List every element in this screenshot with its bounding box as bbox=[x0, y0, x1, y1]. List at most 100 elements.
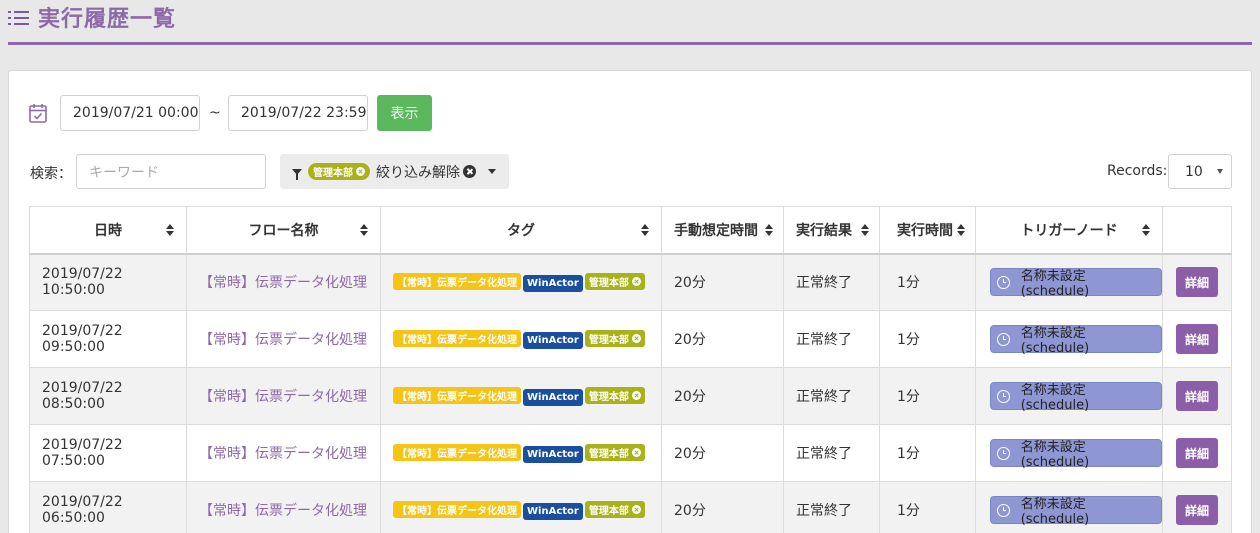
trigger-node-chip[interactable]: 名称未設定 (schedule) bbox=[990, 382, 1162, 413]
cell-result: 正常終了 bbox=[783, 253, 880, 311]
tag-badge[interactable]: 管理本部 bbox=[584, 500, 645, 518]
sort-icon[interactable] bbox=[1142, 224, 1150, 236]
cell-result: 正常終了 bbox=[783, 481, 880, 533]
sort-icon[interactable] bbox=[641, 224, 649, 236]
trigger-node-chip[interactable]: 名称未設定 (schedule) bbox=[990, 268, 1162, 300]
filter-dropdown-button[interactable]: 管理本部 絞り込み解除 bbox=[280, 154, 509, 189]
tag-badge[interactable]: 管理本部 bbox=[584, 329, 645, 347]
caret-down-icon bbox=[488, 169, 496, 174]
sort-icon[interactable] bbox=[765, 224, 773, 236]
cell-actions: 詳細 bbox=[1162, 481, 1232, 533]
tag-badge[interactable]: 【常時】伝票データ化処理 bbox=[393, 443, 521, 461]
column-label: 手動想定時間 bbox=[674, 222, 758, 239]
flow-link[interactable]: 【常時】伝票データ化処理 bbox=[199, 389, 367, 405]
column-header-flow[interactable]: フロー名称 bbox=[186, 206, 381, 255]
flow-link[interactable]: 【常時】伝票データ化処理 bbox=[199, 275, 367, 291]
remove-tag-icon[interactable] bbox=[631, 447, 641, 457]
tag-label: WinActor bbox=[527, 391, 579, 403]
trigger-label: 名称未設定 (schedule) bbox=[1020, 497, 1090, 527]
date-separator: ~ bbox=[209, 105, 221, 121]
sort-icon[interactable] bbox=[957, 224, 965, 236]
calendar-check-icon bbox=[29, 104, 47, 123]
cell-actions: 詳細 bbox=[1162, 367, 1232, 425]
column-header-tags[interactable]: タグ bbox=[380, 206, 662, 255]
tag-badge[interactable]: WinActor bbox=[523, 388, 583, 406]
tag-badge[interactable]: WinActor bbox=[523, 274, 583, 292]
tag-badge[interactable]: 【常時】伝票データ化処理 bbox=[393, 386, 521, 404]
sort-icon[interactable] bbox=[360, 224, 368, 236]
tag-label: 管理本部 bbox=[588, 505, 629, 517]
cell-tags: 【常時】伝票データ化処理 WinActor 管理本部 bbox=[380, 481, 662, 533]
cell-result: 正常終了 bbox=[783, 310, 880, 368]
remove-tag-icon[interactable] bbox=[631, 333, 641, 343]
cell-tags: 【常時】伝票データ化処理 WinActor 管理本部 bbox=[380, 253, 662, 311]
cell-datetime: 2019/07/22 10:50:00 bbox=[29, 253, 187, 311]
tag-badge[interactable]: 【常時】伝票データ化処理 bbox=[393, 272, 521, 290]
column-header-exec-time[interactable]: 実行時間 bbox=[879, 206, 976, 255]
tag-label: 【常時】伝票データ化処理 bbox=[397, 505, 517, 517]
flow-link[interactable]: 【常時】伝票データ化処理 bbox=[199, 446, 367, 462]
tag-label: 【常時】伝票データ化処理 bbox=[397, 277, 517, 289]
search-input[interactable]: キーワード bbox=[76, 154, 266, 189]
cell-flow: 【常時】伝票データ化処理 bbox=[186, 310, 381, 368]
tag-badge[interactable]: WinActor bbox=[523, 331, 583, 349]
flow-link[interactable]: 【常時】伝票データ化処理 bbox=[199, 332, 367, 348]
clock-icon bbox=[997, 275, 1010, 289]
trigger-label: 名称未設定 (schedule) bbox=[1020, 269, 1090, 300]
cell-flow: 【常時】伝票データ化処理 bbox=[186, 367, 381, 425]
detail-button[interactable]: 詳細 bbox=[1176, 324, 1218, 354]
table-row: 2019/07/22 09:50:00 【常時】伝票データ化処理 【常時】伝票データ… bbox=[29, 310, 1232, 368]
tag-label: 管理本部 bbox=[588, 277, 629, 289]
column-header-datetime[interactable]: 日時 bbox=[29, 206, 187, 255]
trigger-node-chip[interactable]: 名称未設定 (schedule) bbox=[990, 496, 1162, 527]
tag-label: 【常時】伝票データ化処理 bbox=[397, 448, 517, 460]
remove-tag-icon[interactable] bbox=[631, 276, 641, 286]
column-header-manual-time[interactable]: 手動想定時間 bbox=[661, 206, 784, 255]
cell-tags: 【常時】伝票データ化処理 WinActor 管理本部 bbox=[380, 310, 662, 368]
column-header-actions bbox=[1162, 206, 1232, 255]
records-select[interactable]: 10 bbox=[1168, 154, 1232, 189]
column-header-trigger[interactable]: トリガーノード bbox=[975, 206, 1163, 255]
detail-button[interactable]: 詳細 bbox=[1176, 381, 1218, 411]
detail-button[interactable]: 詳細 bbox=[1176, 438, 1218, 468]
date-to-input[interactable]: 2019/07/22 23:59 bbox=[228, 95, 368, 131]
table-header-row: 日時 フロー名称 タグ 手動想定時間 実行結果 実行時間 トリガーノード bbox=[29, 206, 1232, 255]
remove-tag-icon[interactable] bbox=[631, 390, 641, 400]
cell-trigger: 名称未設定 (schedule) bbox=[975, 424, 1163, 482]
detail-button[interactable]: 詳細 bbox=[1176, 495, 1218, 525]
cell-datetime: 2019/07/22 08:50:00 bbox=[29, 367, 187, 425]
trigger-node-chip[interactable]: 名称未設定 (schedule) bbox=[990, 325, 1162, 356]
remove-tag-icon[interactable] bbox=[356, 167, 365, 176]
tag-badge[interactable]: WinActor bbox=[523, 502, 583, 520]
tag-badge[interactable]: 【常時】伝票データ化処理 bbox=[393, 500, 521, 518]
cell-result: 正常終了 bbox=[783, 424, 880, 482]
remove-tag-icon[interactable] bbox=[631, 504, 641, 514]
sort-icon[interactable] bbox=[861, 224, 869, 236]
flow-link[interactable]: 【常時】伝票データ化処理 bbox=[199, 503, 367, 519]
cell-flow: 【常時】伝票データ化処理 bbox=[186, 424, 381, 482]
show-button[interactable]: 表示 bbox=[377, 95, 432, 131]
date-from-input[interactable]: 2019/07/21 00:00 bbox=[60, 95, 200, 131]
table-body: 2019/07/22 10:50:00 【常時】伝票データ化処理 【常時】伝票データ… bbox=[29, 253, 1232, 533]
trigger-node-chip[interactable]: 名称未設定 (schedule) bbox=[990, 439, 1162, 470]
detail-button[interactable]: 詳細 bbox=[1176, 267, 1218, 298]
cell-exec-time: 1分 bbox=[879, 310, 976, 368]
column-label: 日時 bbox=[94, 222, 122, 239]
cell-exec-time: 1分 bbox=[879, 481, 976, 533]
history-panel: 2019/07/21 00:00 ~ 2019/07/22 23:59 表示 検… bbox=[8, 70, 1252, 533]
cell-actions: 詳細 bbox=[1162, 424, 1232, 482]
tag-badge[interactable]: 【常時】伝票データ化処理 bbox=[393, 329, 521, 347]
column-header-result[interactable]: 実行結果 bbox=[783, 206, 880, 255]
times-circle-icon[interactable] bbox=[463, 165, 476, 178]
active-filter-tag[interactable]: 管理本部 bbox=[308, 163, 370, 180]
tag-badge[interactable]: 管理本部 bbox=[584, 272, 645, 290]
clock-icon bbox=[997, 446, 1010, 460]
cell-trigger: 名称未設定 (schedule) bbox=[975, 253, 1163, 311]
cell-flow: 【常時】伝票データ化処理 bbox=[186, 481, 381, 533]
tag-badge[interactable]: 管理本部 bbox=[584, 443, 645, 461]
tag-badge[interactable]: WinActor bbox=[523, 445, 583, 463]
tag-label: 【常時】伝票データ化処理 bbox=[397, 391, 517, 403]
sort-icon[interactable] bbox=[166, 224, 174, 236]
column-label: 実行時間 bbox=[897, 222, 953, 239]
tag-badge[interactable]: 管理本部 bbox=[584, 386, 645, 404]
